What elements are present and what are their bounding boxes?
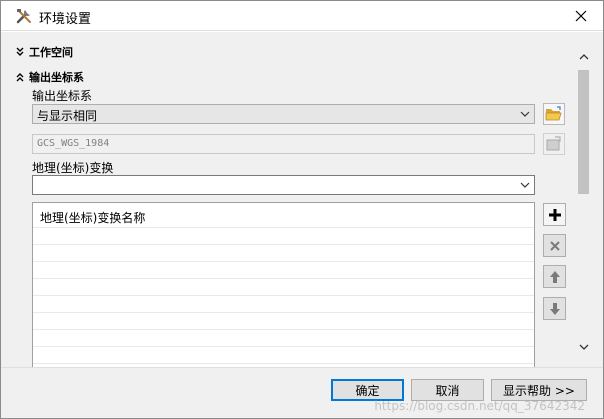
title-bar: 环境设置 (1, 1, 603, 31)
remove-x-icon (549, 240, 560, 251)
remove-transformation-button[interactable] (543, 234, 566, 257)
table-row (33, 261, 534, 262)
settings-panel: 工作空间 输出坐标系 输出坐标系 与显示相同 GCS_WGS_1984 地理(坐… (1, 32, 603, 395)
properties-icon (546, 136, 561, 151)
arrow-up-icon (549, 270, 560, 283)
table-row (33, 363, 534, 364)
move-up-button[interactable] (543, 265, 566, 288)
show-help-button[interactable]: 显示帮助 >> (491, 379, 587, 401)
window-title: 环境设置 (39, 12, 92, 27)
tools-icon (16, 9, 31, 24)
browse-coordinate-system-button[interactable] (543, 103, 565, 125)
chevron-down-icon (520, 182, 530, 188)
close-icon (575, 10, 587, 22)
watermark-text: https://blog.csdn.net/qq_37642342 (374, 399, 585, 413)
ok-button[interactable]: 确定 (331, 379, 404, 401)
chevron-up-icon[interactable] (578, 52, 590, 62)
coordinate-system-readonly-field: GCS_WGS_1984 (32, 134, 535, 154)
chevron-down-icon[interactable] (578, 342, 590, 352)
table-row (33, 312, 534, 313)
table-row (33, 244, 534, 245)
environment-settings-dialog: 环境设置 工作空间 输出坐标系 输出坐标系 与显示相同 GCS_WGS_1984… (0, 0, 604, 419)
section-workspace-label: 工作空间 (29, 46, 73, 59)
double-chevron-up-icon (16, 73, 24, 82)
chevron-down-icon (520, 111, 530, 117)
section-output-coordinate-system[interactable]: 输出坐标系 (15, 69, 84, 85)
close-button[interactable] (565, 4, 597, 28)
table-row (33, 329, 534, 330)
table-row (33, 346, 534, 347)
section-workspace[interactable]: 工作空间 (15, 44, 73, 60)
add-transformation-button[interactable] (543, 203, 566, 226)
move-down-button[interactable] (543, 297, 566, 320)
folder-open-icon (545, 106, 562, 121)
vertical-scrollbar[interactable] (574, 46, 593, 362)
double-chevron-down-icon (16, 47, 24, 56)
geo-transform-dropdown[interactable] (32, 175, 535, 195)
table-row (33, 278, 534, 279)
dialog-footer: 确定 取消 显示帮助 >> https://blog.csdn.net/qq_3… (1, 367, 603, 418)
geo-transform-label: 地理(坐标)变换 (32, 161, 114, 175)
geo-transform-column-header: 地理(坐标)变换名称 (40, 211, 146, 225)
table-row (33, 295, 534, 296)
output-cs-dropdown[interactable]: 与显示相同 (32, 104, 535, 124)
output-cs-selected: 与显示相同 (37, 109, 98, 123)
output-cs-label: 输出坐标系 (32, 89, 93, 103)
coordinate-system-value: GCS_WGS_1984 (37, 138, 110, 149)
coordinate-system-properties-button[interactable] (543, 133, 565, 155)
cancel-button[interactable]: 取消 (411, 379, 484, 401)
plus-icon (548, 208, 561, 221)
arrow-down-icon (549, 302, 560, 315)
table-row (33, 227, 534, 228)
vertical-scroll-thumb[interactable] (578, 70, 589, 194)
section-output-cs-label: 输出坐标系 (29, 71, 84, 84)
